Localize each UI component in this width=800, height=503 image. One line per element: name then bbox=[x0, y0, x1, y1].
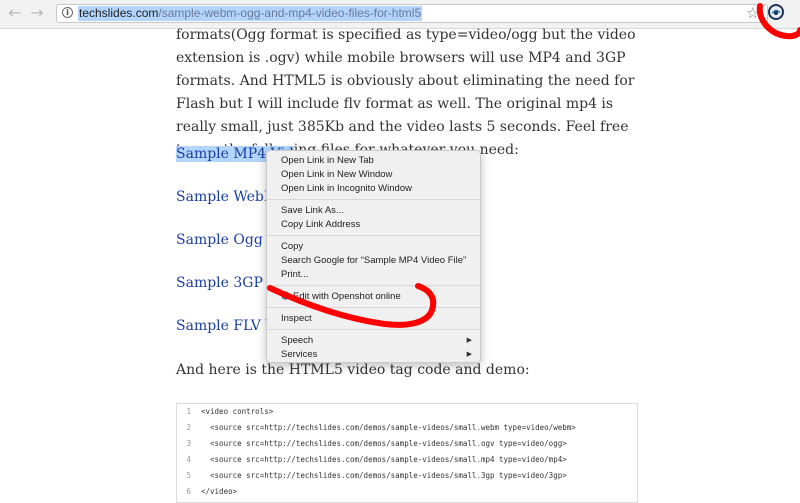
menu-print[interactable]: Print... bbox=[267, 268, 480, 281]
menu-copy[interactable]: Copy bbox=[267, 240, 480, 253]
article-intro: formats(Ogg format is specified as type=… bbox=[176, 24, 646, 162]
menu-speech-label: Speech bbox=[281, 335, 314, 346]
menu-services[interactable]: Services ▶ bbox=[267, 348, 480, 361]
menu-copy-link-address[interactable]: Copy Link Address bbox=[267, 218, 480, 231]
url-text[interactable]: techslides.com/sample-webm-ogg-and-mp4-v… bbox=[78, 6, 423, 21]
menu-save-link-as[interactable]: Save Link As... bbox=[267, 204, 480, 217]
submenu-arrow-icon: ▶ bbox=[466, 336, 472, 344]
menu-separator bbox=[267, 199, 480, 200]
menu-edit-openshot[interactable]: Edit with Openshot online bbox=[267, 290, 480, 303]
code-line: 6 </video> bbox=[186, 487, 238, 496]
info-icon[interactable]: i bbox=[62, 7, 73, 18]
openshot-icon bbox=[281, 291, 290, 300]
openshot-icon[interactable] bbox=[767, 3, 785, 21]
code-line: 1 <video controls> bbox=[186, 407, 274, 416]
code-line: 4 <source src=http://techslides.com/demo… bbox=[186, 455, 567, 464]
back-arrow-icon[interactable]: ← bbox=[6, 4, 24, 22]
code-line: 3 <source src=http://techslides.com/demo… bbox=[186, 439, 567, 448]
forward-arrow-icon[interactable]: → bbox=[28, 4, 46, 22]
menu-open-incognito[interactable]: Open Link in Incognito Window bbox=[267, 182, 480, 195]
context-menu: Open Link in New Tab Open Link in New Wi… bbox=[266, 150, 481, 363]
code-block: 1 <video controls> 2 <source src=http://t… bbox=[176, 403, 638, 503]
menu-separator bbox=[267, 307, 480, 308]
submenu-arrow-icon: ▶ bbox=[466, 350, 472, 358]
menu-open-new-tab[interactable]: Open Link in New Tab bbox=[267, 154, 480, 167]
menu-speech[interactable]: Speech ▶ bbox=[267, 334, 480, 347]
star-icon[interactable]: ☆ bbox=[746, 3, 759, 23]
menu-separator bbox=[267, 235, 480, 236]
menu-inspect[interactable]: Inspect bbox=[267, 312, 480, 325]
menu-services-label: Services bbox=[281, 349, 318, 360]
menu-separator bbox=[267, 285, 480, 286]
menu-open-new-window[interactable]: Open Link in New Window bbox=[267, 168, 480, 181]
intro-paragraph: formats(Ogg format is specified as type=… bbox=[176, 27, 636, 158]
menu-search-google[interactable]: Search Google for “Sample MP4 Video File… bbox=[267, 254, 480, 267]
code-line: 2 <source src=http://techslides.com/demo… bbox=[186, 423, 576, 432]
address-bar[interactable]: i techslides.com/sample-webm-ogg-and-mp4… bbox=[56, 4, 768, 23]
menu-edit-openshot-label: Edit with Openshot online bbox=[293, 291, 401, 302]
code-line: 5 <source src=http://techslides.com/demo… bbox=[186, 471, 567, 480]
menu-separator bbox=[267, 329, 480, 330]
outro-paragraph: And here is the HTML5 video tag code and… bbox=[176, 362, 530, 378]
